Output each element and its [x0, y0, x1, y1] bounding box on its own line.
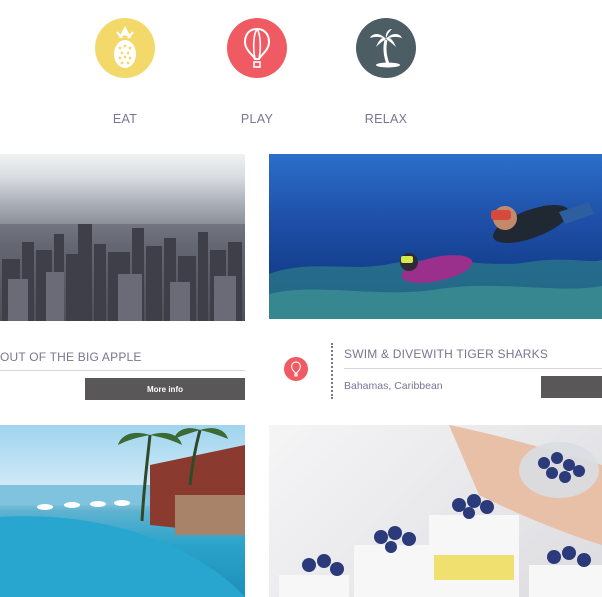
category-label-eat: EAT [112, 112, 138, 126]
more-info-button[interactable] [541, 376, 602, 398]
category-eat[interactable]: EAT [80, 18, 170, 126]
scuba-diving-image[interactable] [269, 154, 602, 319]
hot-air-balloon-icon [284, 357, 308, 381]
category-relax[interactable]: RELAX [341, 18, 431, 126]
dessert-image[interactable] [269, 425, 602, 597]
dotted-divider [331, 343, 333, 399]
pineapple-icon [95, 18, 155, 78]
location-text: Bahamas, Caribbean [344, 380, 443, 392]
category-label-play: PLAY [240, 112, 274, 126]
palm-tree-icon [356, 18, 416, 78]
card-divider [0, 370, 245, 371]
resort-pool-image[interactable] [0, 425, 245, 597]
card-title-apple[interactable]: OUT OF THE BIG APPLE [0, 350, 142, 364]
category-label-relax: RELAX [364, 112, 408, 126]
card-divider [344, 368, 602, 369]
city-skyline-image[interactable] [0, 154, 245, 321]
card-title-shark[interactable]: SWIM & DIVEWITH TIGER SHARKS [344, 347, 548, 361]
hot-air-balloon-icon [227, 18, 287, 78]
more-info-button[interactable]: More info [85, 378, 245, 400]
category-play[interactable]: PLAY [212, 18, 302, 126]
